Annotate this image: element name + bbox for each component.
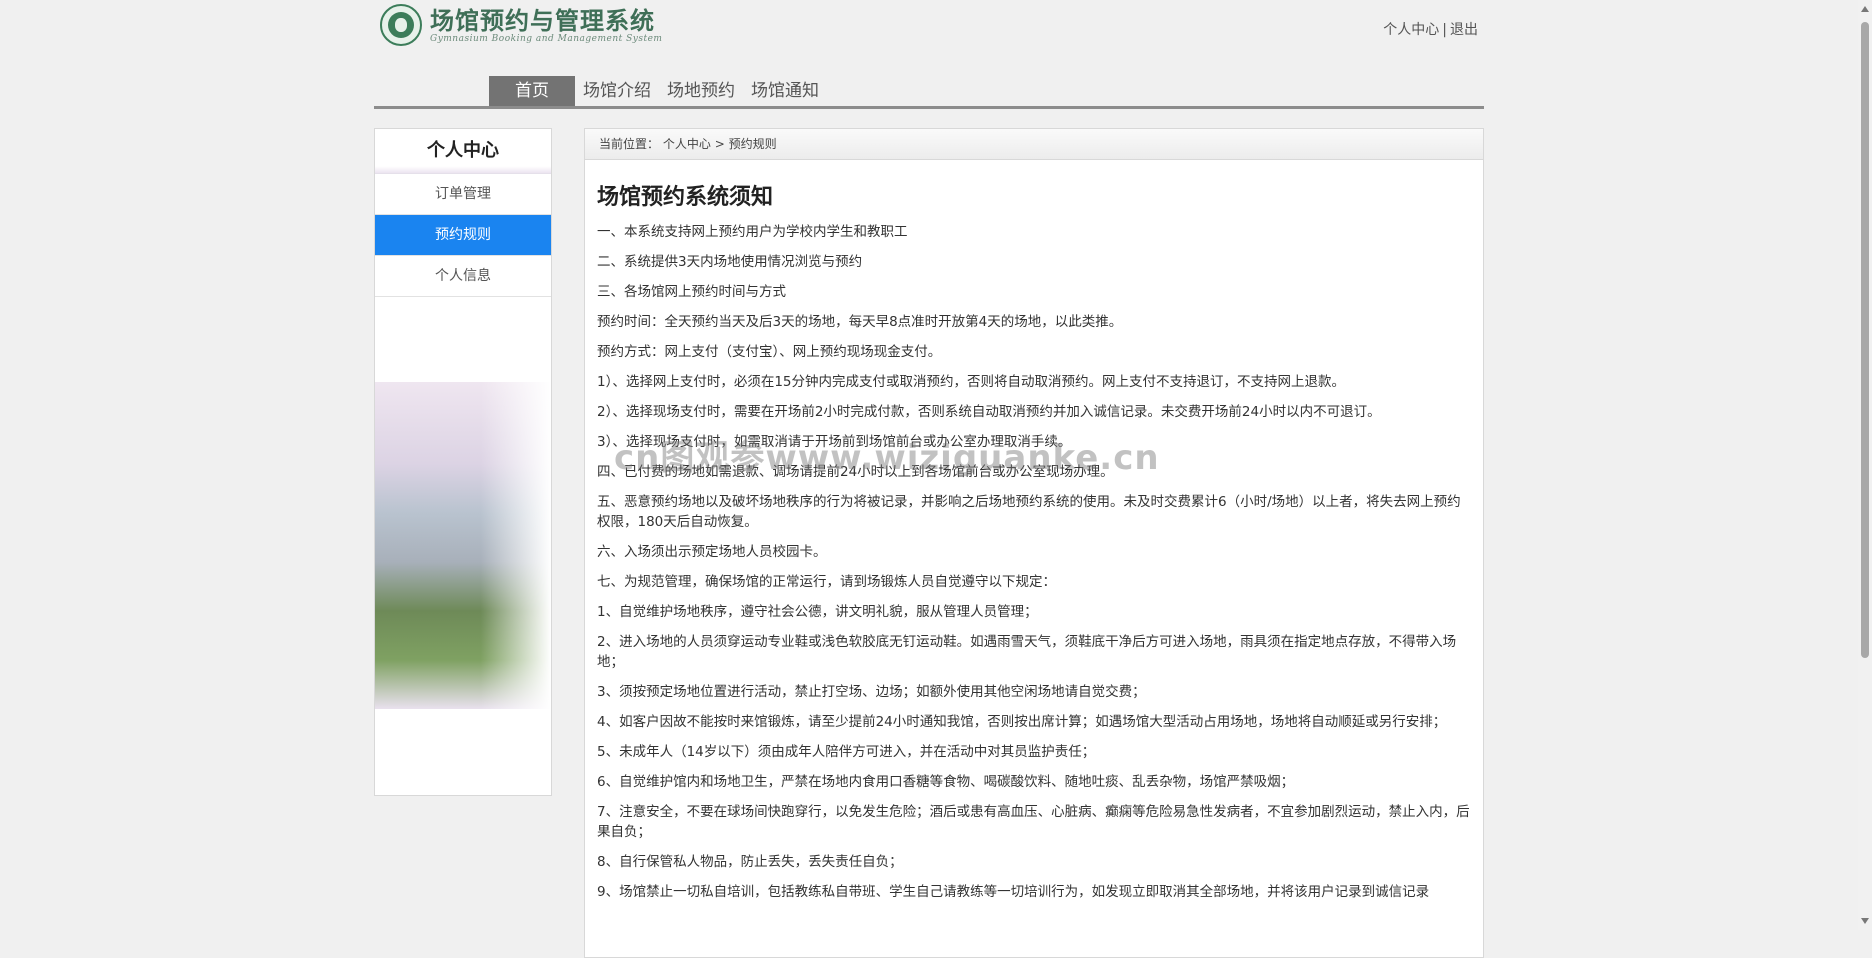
- nav-item-venue-intro[interactable]: 场馆介绍: [575, 76, 659, 106]
- breadcrumb-current: 预约规则: [728, 137, 777, 151]
- scroll-thumb[interactable]: [1861, 22, 1869, 658]
- sidebar-item-booking-rules[interactable]: 预约规则: [375, 215, 551, 256]
- breadcrumb: 当前位置： 个人中心 > 预约规则: [585, 129, 1483, 160]
- main-panel: 当前位置： 个人中心 > 预约规则 场馆预约系统须知 一、本系统支持网上预约用户…: [584, 128, 1484, 958]
- sidebar-item-profile[interactable]: 个人信息: [375, 256, 551, 297]
- top-links: 个人中心 | 退出: [1383, 19, 1478, 39]
- rule-line: 9、场馆禁止一切私自培训，包括教练私自带班、学生自己请教练等一切培训行为，如发现…: [597, 884, 1430, 900]
- rule-line: 3、须按预定场地位置进行活动，禁止打空场、边场；如额外使用其他空闲场地请自觉交费…: [597, 684, 1146, 700]
- user-center-link[interactable]: 个人中心: [1383, 22, 1439, 38]
- rule-line: 8、自行保管私人物品，防止丢失，丢失责任自负；: [597, 854, 903, 870]
- main-nav: 首页 场馆介绍 场地预约 场馆通知: [374, 76, 1484, 109]
- logo-emblem-icon: [380, 4, 422, 46]
- scroll-up-icon[interactable]: [1861, 6, 1869, 12]
- rule-line: 7、注意安全，不要在球场间快跑穿行，以免发生危险；酒后或患有高血压、心脏病、癫痫…: [597, 804, 1470, 840]
- rule-line: 七、为规范管理，确保场馆的正常运行，请到场锻炼人员自觉遵守以下规定：: [597, 574, 1056, 590]
- rule-line: 2、进入场地的人员须穿运动专业鞋或浅色软胶底无钉运动鞋。如遇雨雪天气，须鞋底干净…: [597, 634, 1457, 670]
- rule-line: 5、未成年人（14岁以下）须由成年人陪伴方可进入，并在活动中对其员监护责任；: [597, 744, 1096, 760]
- rules-content: 场馆预约系统须知 一、本系统支持网上预约用户为学校内学生和教职工 二、系统提供3…: [585, 160, 1483, 902]
- rule-line: 1）、选择网上支付时，必须在15分钟内完成支付或取消预约，否则将自动取消预约。网…: [597, 374, 1346, 390]
- nav-item-notices[interactable]: 场馆通知: [743, 76, 827, 106]
- rule-line: 四、已付费的场地如需退款、调场请提前24小时以上到各场馆前台或办公室现场办理。: [597, 464, 1114, 480]
- page-scrollbar[interactable]: [1858, 0, 1872, 930]
- stadium-image: [375, 382, 551, 709]
- breadcrumb-prefix: 当前位置：: [599, 137, 660, 151]
- nav-item-home[interactable]: 首页: [489, 76, 575, 106]
- rule-line: 2）、选择现场支付时，需要在开场前2小时完成付款，否则系统自动取消预约并加入诚信…: [597, 404, 1381, 420]
- rule-line: 预约方式：网上支付（支付宝）、网上预约现场现金支付。: [597, 344, 942, 360]
- site-title: 场馆预约与管理系统: [430, 7, 655, 35]
- rule-line: 二、系统提供3天内场地使用情况浏览与预约: [597, 254, 863, 270]
- logo[interactable]: 场馆预约与管理系统 Gymnasium Booking and Manageme…: [380, 4, 662, 46]
- rule-line: 六、入场须出示预定场地人员校园卡。: [597, 544, 827, 560]
- rule-line: 6、自觉维护馆内和场地卫生，严禁在场地内食用口香糖等食物、喝碳酸饮料、随地吐痰、…: [597, 774, 1295, 790]
- rule-line: 4、如客户因故不能按时来馆锻炼，请至少提前24小时通知我馆，否则按出席计算；如遇…: [597, 714, 1447, 730]
- logout-link[interactable]: 退出: [1450, 22, 1478, 38]
- page: 场馆预约与管理系统 Gymnasium Booking and Manageme…: [374, 0, 1484, 958]
- sidebar: 个人中心 订单管理 预约规则 个人信息: [374, 128, 552, 796]
- rule-line: 3）、选择现场支付时，如需取消请于开场前到场馆前台或办公室办理取消手续。: [597, 434, 1072, 450]
- rule-line: 预约时间：全天预约当天及后3天的场地，每天早8点准时开放第4天的场地，以此类推。: [597, 314, 1123, 330]
- header: 场馆预约与管理系统 Gymnasium Booking and Manageme…: [374, 0, 1484, 76]
- breadcrumb-user-center[interactable]: 个人中心: [663, 137, 711, 151]
- rule-line: 1、自觉维护场地秩序，遵守社会公德，讲文明礼貌，服从管理人员管理；: [597, 604, 1038, 620]
- rules-title: 场馆预约系统须知: [597, 185, 774, 210]
- nav-item-booking[interactable]: 场地预约: [659, 76, 743, 106]
- sidebar-title: 个人中心: [375, 129, 551, 174]
- sidebar-item-orders[interactable]: 订单管理: [375, 174, 551, 215]
- scroll-down-icon[interactable]: [1861, 918, 1869, 924]
- rule-line: 五、恶意预约场地以及破坏场地秩序的行为将被记录，并影响之后场地预约系统的使用。未…: [597, 494, 1461, 530]
- rule-line: 三、各场馆网上预约时间与方式: [597, 284, 786, 300]
- top-link-separator: |: [1442, 22, 1447, 38]
- site-subtitle: Gymnasium Booking and Management System: [430, 34, 663, 44]
- breadcrumb-arrow: >: [714, 137, 725, 151]
- rule-line: 一、本系统支持网上预约用户为学校内学生和教职工: [597, 224, 908, 240]
